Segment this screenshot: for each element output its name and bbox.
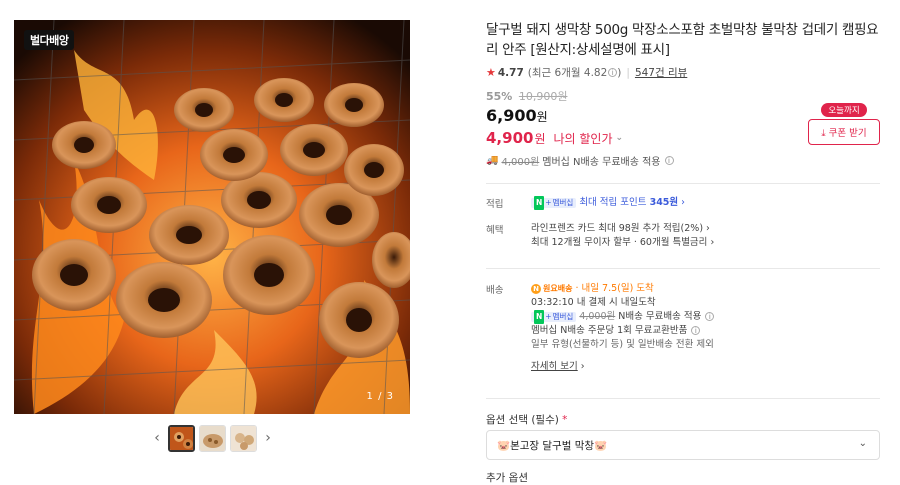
required-mark: * — [562, 414, 568, 426]
benefits-value-group: 라인프렌즈 카드 최대 98원 추가 적립(2%) › 최대 12개월 무이자 … — [531, 222, 881, 250]
arrival-deadline: 03:32:10 내 결제 시 내일도착 — [531, 296, 881, 310]
chevron-down-icon[interactable]: ⌄ — [616, 133, 624, 143]
info-icon[interactable]: i — [608, 68, 618, 77]
download-icon: ⤓ — [821, 128, 829, 139]
thumbnail-2[interactable] — [199, 424, 226, 452]
shipping-note-text: 멤버십 N배송 무료배송 적용 — [542, 157, 661, 168]
points-value-group: N + 멤버십 최대 적립 포인트 345원 › — [531, 195, 881, 210]
sale-price: 6,900 — [486, 106, 537, 125]
divider-bar: | — [626, 66, 630, 79]
product-title: 달구벌 돼지 생막창 500g 막장소스포함 초벌막창 불막창 겁데기 캠핑요리… — [486, 22, 879, 58]
shipping-label: 배송 — [486, 285, 504, 296]
shipping-fee-strike: 4,000원 — [501, 157, 540, 168]
section-divider — [486, 398, 880, 399]
my-discount-label[interactable]: 나의 할인가 — [554, 130, 613, 147]
points-label: 적립 — [486, 199, 504, 210]
n-logo-icon: N — [534, 309, 545, 324]
review-count-link[interactable]: 547건 리뷰 — [635, 65, 687, 80]
shipping-fee-strike: 4,000원 — [579, 311, 616, 322]
arrival-badge-text: 원요배송 — [543, 284, 573, 293]
option-label-text: 옵션 선택 (필수) — [486, 414, 559, 426]
today-only-tag: 오늘까지 — [821, 103, 867, 117]
arrival-date: · 내일 7.5(일) 도착 — [575, 283, 654, 294]
exclusion-note: 일부 유형(선물하기 등) 및 일반배송 전환 제외 — [531, 339, 714, 350]
get-coupon-button[interactable]: ⤓ 쿠폰 받기 — [808, 119, 880, 145]
rating-value: 4.77 — [497, 66, 524, 79]
grilled-makchang-photo — [14, 20, 410, 414]
coupon-area: 오늘까지 ⤓ 쿠폰 받기 — [808, 103, 880, 145]
original-price: 10,900원 — [518, 90, 568, 103]
product-info: 달구벌 돼지 생막창 500g 막장소스포함 초벌막창 불막창 겁데기 캠핑요리… — [486, 20, 886, 168]
max-points-link[interactable]: 최대 적립 포인트 345원 › — [579, 197, 685, 208]
brand-logo: 벌다배앙 — [24, 30, 75, 50]
installment-benefit-text: 최대 12개월 무이자 할부 · 60개월 특별금리 — [531, 237, 708, 248]
option-select-label: 옵션 선택 (필수) * — [486, 412, 567, 427]
membership-plus-icon: + — [545, 311, 552, 321]
selected-option: 🐷본고장 달구벌 막창🐷 — [497, 439, 608, 452]
member-price-currency: 원 — [534, 131, 546, 146]
max-points-text: 최대 적립 포인트 — [579, 197, 647, 208]
info-icon[interactable]: i — [691, 326, 701, 335]
card-benefit-text: 라인프렌즈 카드 최대 98원 추가 적립(2%) — [531, 223, 704, 234]
thumbnail-2-image — [200, 425, 225, 451]
thumbnail-1-image — [170, 426, 193, 450]
next-thumbnail-arrow[interactable]: › — [261, 424, 275, 452]
free-return-line: 멤버십 N배송 주문당 1회 무료교환반품 i — [531, 324, 881, 338]
countdown-suffix: 내 결제 시 내일도착 — [573, 297, 656, 308]
main-product-image[interactable]: 벌다배앙 1 / 3 — [14, 20, 410, 414]
card-benefit-line[interactable]: 라인프렌즈 카드 최대 98원 추가 적립(2%) › — [531, 222, 881, 236]
free-return-text: 멤버십 N배송 주문당 1회 무료교환반품 — [531, 325, 688, 336]
recent-rating-close: ) — [617, 66, 622, 79]
member-price: 4,900 — [486, 129, 534, 147]
star-icon: ★ — [486, 66, 496, 79]
shipping-value-group: N 원요배송 · 내일 7.5(일) 도착 03:32:10 내 결제 시 내일도… — [531, 282, 881, 374]
section-divider — [486, 268, 880, 269]
thumbnail-1[interactable] — [168, 424, 195, 452]
truck-icon: 🚚 — [486, 155, 499, 166]
membership-badge-text: 멤버십 — [552, 197, 574, 207]
chevron-down-icon: ⌄ — [858, 438, 867, 449]
prev-thumbnail-arrow[interactable]: ‹ — [150, 424, 164, 452]
thumbnail-3-image — [231, 425, 256, 451]
discount-row: 55% 10,900원 — [486, 88, 886, 104]
rating-row: ★ 4.77 (최근 6개월 4.82 i ) | 547건 리뷰 — [486, 65, 886, 80]
countdown-time: 03:32:10 — [531, 297, 574, 308]
sale-price-currency: 원 — [536, 110, 548, 124]
clock-icon: N — [531, 284, 541, 294]
installment-benefit-line[interactable]: 최대 12개월 무이자 할부 · 60개월 특별금리 › — [531, 236, 881, 250]
info-icon[interactable]: i — [705, 312, 715, 321]
benefits-label: 혜택 — [486, 225, 504, 236]
option-select[interactable]: 🐷본고장 달구벌 막창🐷 ⌄ — [486, 430, 880, 460]
membership-plus-icon: + — [545, 197, 552, 207]
free-shipping-line: N + 멤버십 4,000원 N배송 무료배송 적용 i — [531, 309, 881, 324]
thumbnail-3[interactable] — [230, 424, 257, 452]
n-logo-icon: N — [534, 195, 545, 210]
membership-badge-text: 멤버십 — [552, 311, 574, 321]
section-divider — [486, 183, 880, 184]
thumbnail-strip: ‹ › — [150, 424, 276, 452]
membership-badge: N + 멤버십 — [531, 195, 577, 210]
recent-rating: (최근 6개월 4.82 — [527, 67, 608, 79]
info-icon[interactable]: i — [664, 156, 674, 165]
membership-shipping-note: 🚚 4,000원 멤버십 N배송 무료배송 적용 i — [486, 153, 886, 168]
additional-option-label: 추가 옵션 — [486, 472, 528, 484]
arrival-badge: N 원요배송 — [531, 282, 572, 296]
arrival-line: N 원요배송 · 내일 7.5(일) 도착 — [531, 282, 881, 296]
image-counter: 1 / 3 — [366, 391, 394, 402]
membership-badge: N + 멤버십 — [531, 309, 577, 324]
max-points-value: 345원 — [649, 197, 679, 208]
coupon-button-label: 쿠폰 받기 — [828, 128, 867, 139]
more-details-text: 자세히 보기 — [531, 361, 578, 372]
discount-rate: 55% — [486, 90, 513, 103]
free-shipping-text: N배송 무료배송 적용 — [618, 311, 702, 322]
more-details-link[interactable]: 자세히 보기 › — [531, 360, 881, 374]
